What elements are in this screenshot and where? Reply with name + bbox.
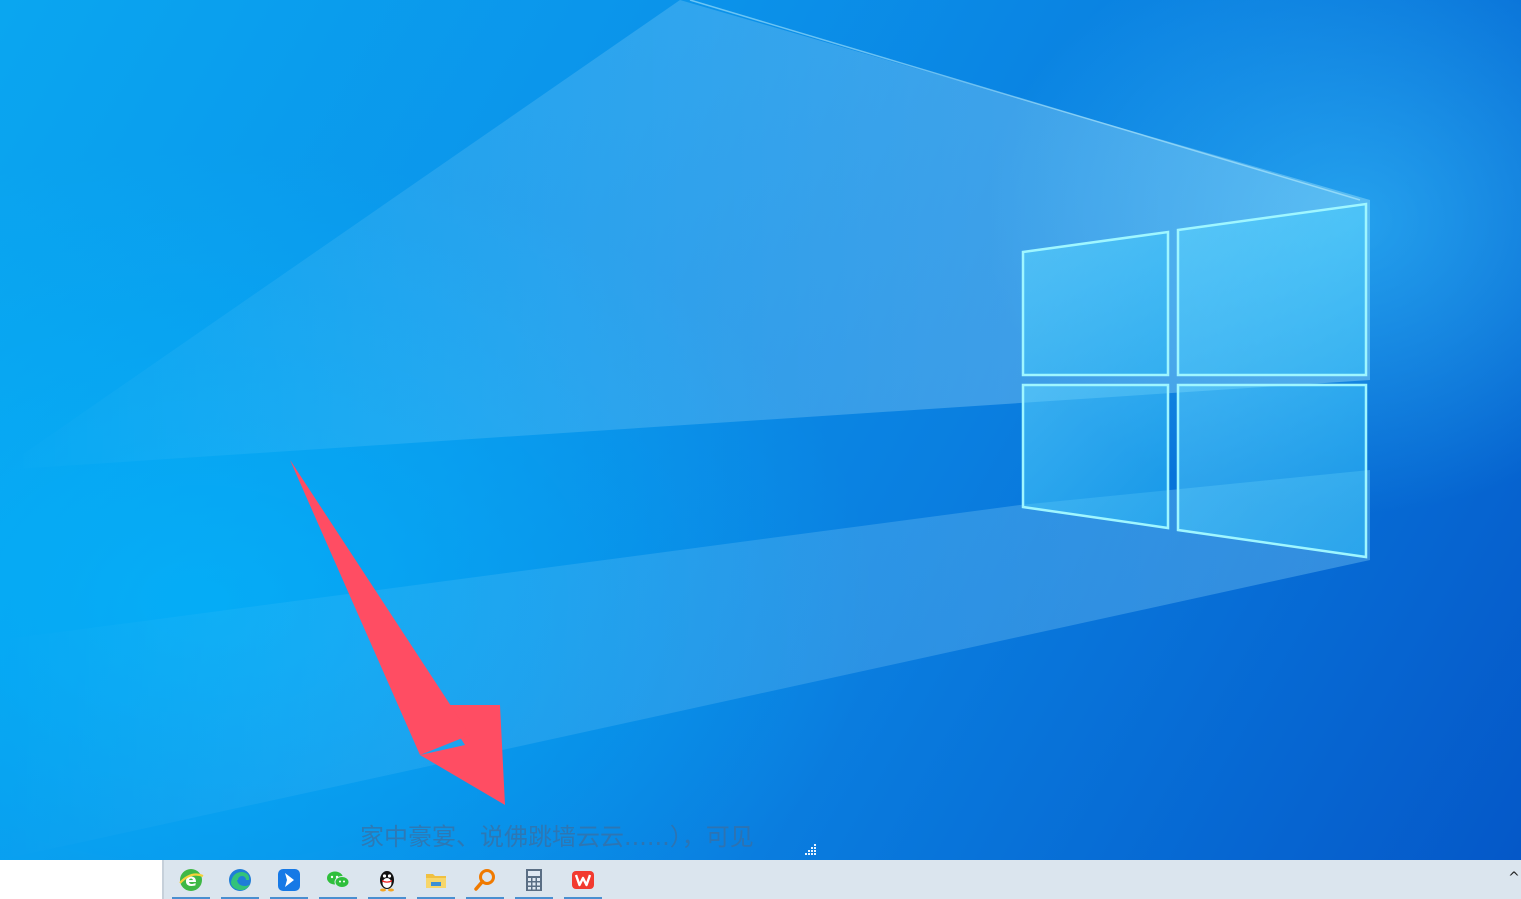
taskbar-arrow-app[interactable]	[268, 860, 310, 899]
annotation-arrow	[290, 460, 505, 805]
qq-penguin-icon	[380, 870, 394, 891]
edge-icon	[229, 868, 251, 891]
calculator-icon	[526, 868, 542, 891]
tray-overflow-chevron-icon[interactable]: ^	[1507, 868, 1521, 888]
taskbar-calculator[interactable]	[513, 860, 555, 899]
taskbar-search-tool[interactable]	[464, 860, 506, 899]
wechat-icon	[327, 871, 350, 888]
magnifier-icon	[474, 868, 495, 891]
folder-icon	[426, 873, 446, 888]
windows-logo	[1021, 202, 1368, 559]
overlay-caption-text: 家中豪宴、说佛跳墙云云......），可见	[360, 823, 754, 851]
taskbar-wechat[interactable]	[317, 860, 359, 899]
taskbar-file-explorer[interactable]	[415, 860, 457, 899]
taskbar-blank-area	[0, 860, 164, 899]
blue-arrow-app-icon	[278, 868, 300, 891]
resize-grip-icon	[805, 844, 816, 855]
taskbar-edge[interactable]	[219, 860, 261, 899]
taskbar-wps[interactable]	[562, 860, 604, 899]
wps-icon	[572, 870, 594, 889]
taskbar-qq[interactable]	[366, 860, 408, 899]
desktop-wallpaper: 家中豪宴、说佛跳墙云云......），可见	[0, 0, 1521, 860]
browser-e-icon: e	[179, 868, 204, 891]
taskbar-360-browser[interactable]: e	[170, 860, 212, 899]
taskbar: e ^	[0, 860, 1521, 899]
